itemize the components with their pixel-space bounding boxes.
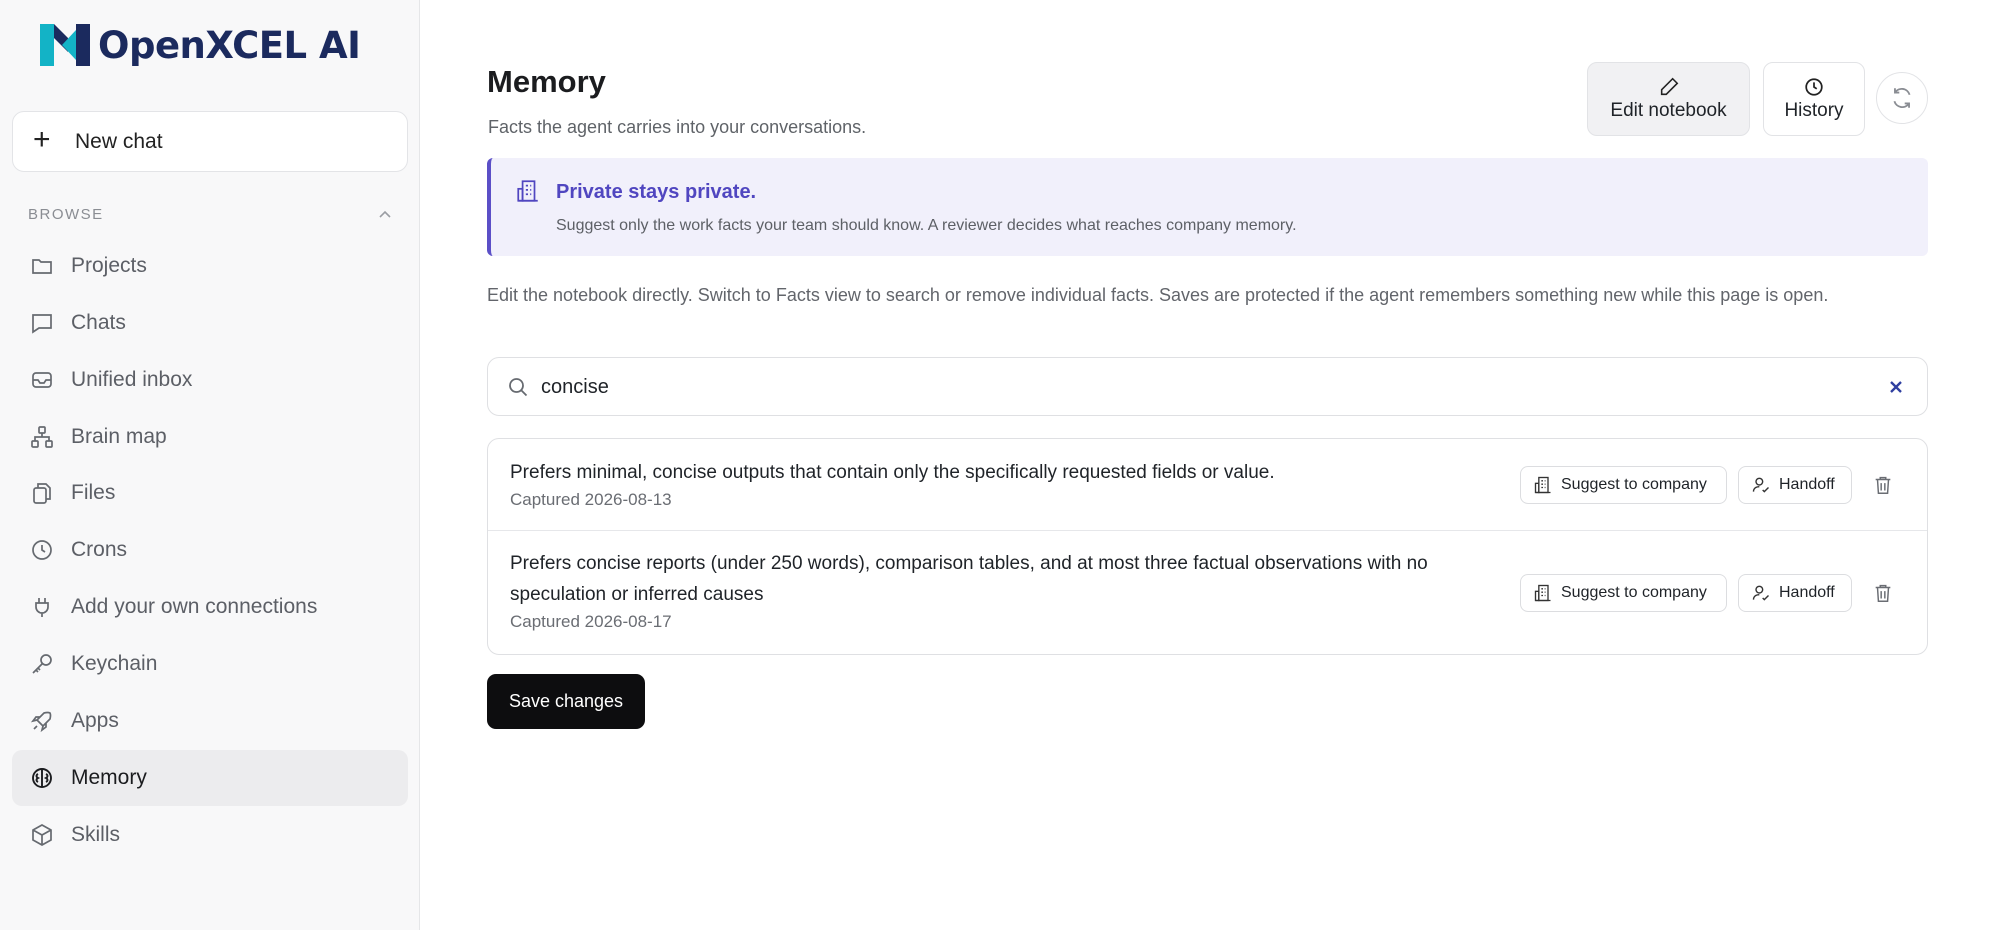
privacy-banner: Private stays private. Suggest only the … <box>487 158 1928 256</box>
delete-fact-button[interactable] <box>1870 580 1896 606</box>
fact-text: Prefers concise reports (under 250 words… <box>510 553 1428 605</box>
sidebar-item-brain-map[interactable]: Brain map <box>12 409 408 465</box>
close-icon <box>1890 381 1902 393</box>
sidebar-item-label: Keychain <box>71 652 158 675</box>
refresh-button[interactable] <box>1876 72 1928 124</box>
sidebar-item-label: Projects <box>71 254 147 277</box>
banner-title: Private stays private. <box>556 181 757 203</box>
sidebar-item-keychain[interactable]: Keychain <box>12 636 408 692</box>
brain-icon <box>29 765 55 791</box>
search-bar <box>487 357 1928 416</box>
handoff-label: Handoff <box>1779 584 1835 601</box>
sidebar-item-label: Brain map <box>71 425 167 448</box>
page-description: Edit the notebook directly. Switch to Fa… <box>487 285 1829 305</box>
suggest-label: Suggest to company <box>1561 476 1707 493</box>
fact-captured-date: Captured 2026-08-13 <box>510 490 672 509</box>
suggest-to-company-button[interactable]: Suggest to company <box>1520 574 1727 612</box>
search-input[interactable] <box>541 368 1841 406</box>
trash-icon <box>1875 476 1891 494</box>
user-arrow-icon <box>1752 477 1770 493</box>
suggest-label: Suggest to company <box>1561 584 1707 601</box>
fact-row: Prefers minimal, concise outputs that co… <box>488 439 1927 531</box>
sidebar-item-label: Skills <box>71 823 121 846</box>
logo-mark-icon <box>40 24 90 66</box>
fact-row: Prefers concise reports (under 250 words… <box>488 531 1927 656</box>
sidebar-item-label: Crons <box>71 538 128 561</box>
key-icon <box>29 651 55 677</box>
sidebar-item-add-connections[interactable]: Add your own connections <box>12 579 408 635</box>
clock-icon <box>1805 78 1823 96</box>
edit-notebook-label: Edit notebook <box>1610 100 1727 121</box>
handoff-button[interactable]: Handoff <box>1738 574 1852 612</box>
page-subtitle: Facts the agent carries into your conver… <box>488 117 867 137</box>
building-icon <box>517 180 538 202</box>
chat-bubble-icon <box>29 310 55 336</box>
search-icon <box>509 378 528 397</box>
sidebar-item-label: Unified inbox <box>71 368 193 391</box>
new-chat-label: New chat <box>75 129 163 153</box>
chevron-up-icon <box>379 210 391 218</box>
browse-label: BROWSE <box>28 206 104 223</box>
new-chat-button[interactable]: + New chat <box>12 111 408 172</box>
sitemap-icon <box>29 424 55 450</box>
sidebar-item-memory[interactable]: Memory <box>12 750 408 806</box>
browse-section-header[interactable]: BROWSE <box>28 206 392 223</box>
inbox-icon <box>29 367 55 393</box>
delete-fact-button[interactable] <box>1870 472 1896 498</box>
edit-notebook-button[interactable]: Edit notebook <box>1587 62 1750 136</box>
save-changes-button[interactable]: Save changes <box>487 674 645 729</box>
refresh-icon <box>1893 88 1911 108</box>
sidebar-item-unified-inbox[interactable]: Unified inbox <box>12 352 408 408</box>
trash-icon <box>1875 584 1891 602</box>
user-arrow-icon <box>1752 585 1770 601</box>
cube-icon <box>29 822 55 848</box>
sidebar-item-label: Files <box>71 481 116 504</box>
suggest-to-company-button[interactable]: Suggest to company <box>1520 466 1727 504</box>
rocket-icon <box>29 708 55 734</box>
building-icon <box>1534 584 1551 602</box>
history-button[interactable]: History <box>1763 62 1865 136</box>
sidebar-item-label: Apps <box>71 709 119 732</box>
sidebar-item-label: Chats <box>71 311 126 334</box>
sidebar-item-label: Add your own connections <box>71 595 318 618</box>
facts-list: Prefers minimal, concise outputs that co… <box>487 438 1928 655</box>
history-label: History <box>1784 100 1844 121</box>
sidebar-item-crons[interactable]: Crons <box>12 522 408 578</box>
app-name: OpenXCEL AI <box>98 23 361 67</box>
sidebar-item-files[interactable]: Files <box>12 465 408 521</box>
files-icon <box>29 480 55 506</box>
sidebar-item-chats[interactable]: Chats <box>12 295 408 351</box>
fact-text: Prefers minimal, concise outputs that co… <box>510 462 1275 483</box>
building-icon <box>1534 476 1551 494</box>
banner-text: Suggest only the work facts your team sh… <box>556 217 1297 234</box>
page-title: Memory <box>487 64 606 99</box>
plug-icon <box>29 594 55 620</box>
sidebar-item-label: Memory <box>71 766 147 789</box>
handoff-label: Handoff <box>1779 476 1835 493</box>
plus-icon: + <box>33 123 51 156</box>
app-logo[interactable]: OpenXCEL AI <box>38 20 361 70</box>
clock-icon <box>29 537 55 563</box>
handoff-button[interactable]: Handoff <box>1738 466 1852 504</box>
fact-captured-date: Captured 2026-08-17 <box>510 612 672 631</box>
sidebar: OpenXCEL AI + New chat BROWSE Projects C… <box>0 0 420 930</box>
sidebar-item-skills[interactable]: Skills <box>12 807 408 863</box>
pencil-icon <box>1660 77 1678 96</box>
sidebar-item-apps[interactable]: Apps <box>12 693 408 749</box>
sidebar-item-projects[interactable]: Projects <box>12 238 408 294</box>
folder-icon <box>29 253 55 279</box>
clear-search-button[interactable] <box>1883 374 1909 400</box>
